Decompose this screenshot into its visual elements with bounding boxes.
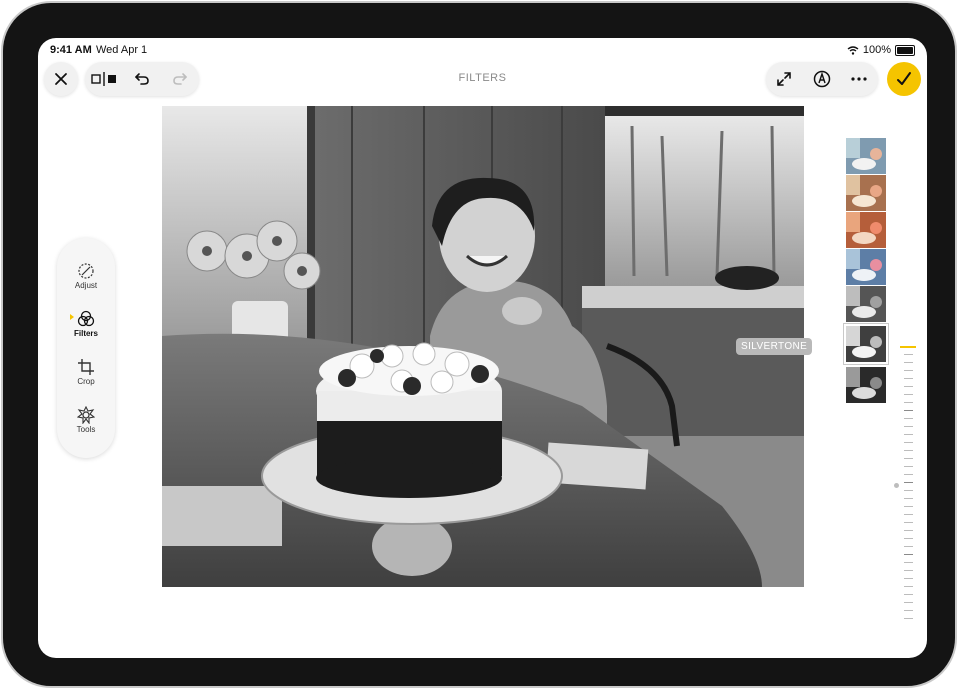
sidebar-item-label: Tools [76,425,96,434]
sidebar-item-label: Crop [77,377,95,386]
battery-icon [895,44,915,56]
wifi-icon [847,45,859,55]
status-date: Wed Apr 1 [96,44,148,56]
expand-icon [777,72,791,86]
more-icon [851,77,867,81]
markup-button[interactable] [807,62,837,96]
filter-intensity-slider[interactable] [900,346,916,626]
photo-image [162,106,804,587]
markup-icon [813,70,831,88]
sidebar-item-label: Adjust [74,281,98,290]
sidebar-item-crop[interactable]: Crop [57,356,115,396]
sidebar-item-adjust[interactable]: Adjust [57,260,115,300]
done-button[interactable] [887,62,921,96]
battery-percent: 100% [862,44,891,56]
expand-button[interactable] [769,62,799,96]
photo-canvas[interactable] [162,106,804,587]
screen: 9:41 AM Wed Apr 1 100% FILTERS Adjust Fi… [38,38,927,658]
filter-thumbnail[interactable] [846,212,886,248]
filter-thumbnail[interactable] [846,138,886,174]
slider-value-marker [900,346,916,348]
ipad-frame: 9:41 AM Wed Apr 1 100% FILTERS Adjust Fi… [3,3,955,686]
active-indicator [70,314,74,320]
sidebar-item-filters[interactable]: Filters [57,308,115,348]
filter-thumbnail-selected[interactable] [844,324,888,364]
tools-icon [77,406,95,424]
filters-icon [77,310,95,327]
filter-name-label: SILVERTONE [736,338,813,355]
filter-thumbnail[interactable] [846,286,886,322]
filter-thumbnail[interactable] [846,175,886,211]
filter-thumbnail[interactable] [846,249,886,285]
sidebar-item-tools[interactable]: Tools [57,404,115,444]
status-right: 100% [847,44,915,56]
more-button[interactable] [844,62,874,96]
slider-knob[interactable] [894,483,899,488]
sidebar-item-label: Filters [73,329,98,338]
filter-thumbnail[interactable] [846,367,886,403]
edit-mode-sidebar: Adjust Filters Crop Tools [57,238,115,458]
adjust-icon [78,263,94,279]
crop-icon [78,359,94,375]
checkmark-icon [897,72,911,85]
status-time: 9:41 AM [50,44,92,56]
status-bar: 9:41 AM Wed Apr 1 100% [50,44,915,58]
right-tools-group [766,62,878,96]
